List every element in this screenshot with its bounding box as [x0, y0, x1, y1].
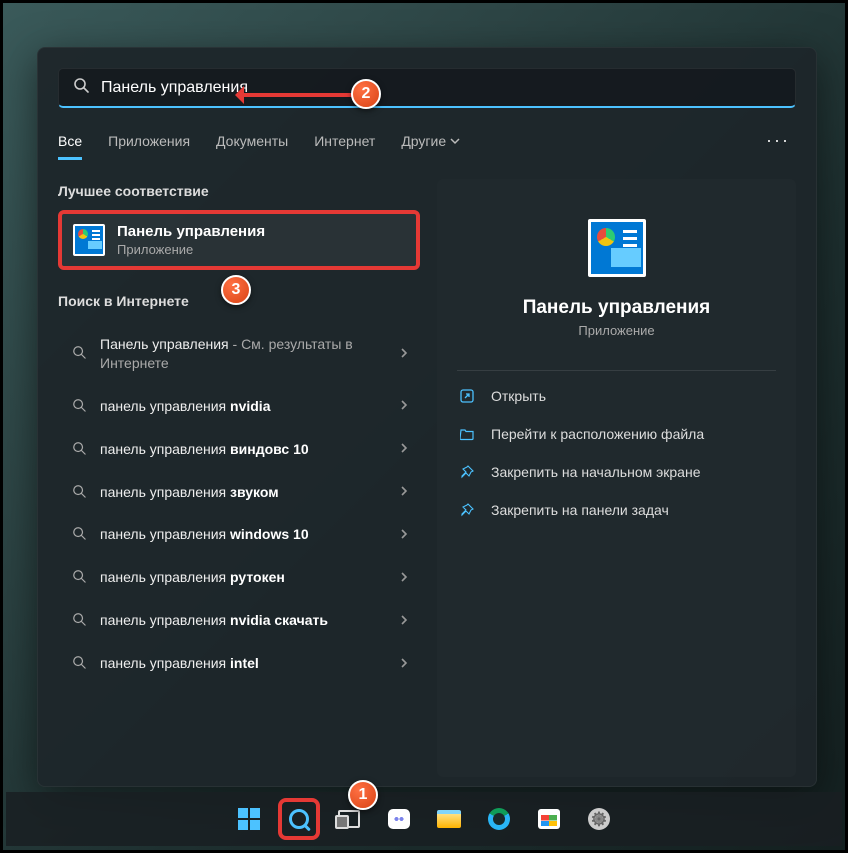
callout-badge-2: 2: [351, 79, 381, 109]
chat-button[interactable]: [378, 798, 420, 840]
action-pin-taskbar[interactable]: Закрепить на панели задач: [437, 491, 796, 529]
chevron-right-icon: [399, 527, 409, 543]
best-match-title: Панель управления: [117, 223, 265, 240]
open-icon: [459, 389, 475, 403]
results-column: Лучшее соответствие Панель управления Пр…: [58, 179, 417, 777]
search-icon: [72, 484, 86, 501]
search-icon: [72, 655, 86, 672]
taskview-icon: [338, 810, 360, 828]
tab-more[interactable]: Другие: [401, 133, 460, 149]
folder-icon: [459, 427, 475, 441]
action-open[interactable]: Открыть: [437, 377, 796, 415]
web-result-text: панель управления виндовс 10: [100, 440, 385, 459]
store-button[interactable]: [528, 798, 570, 840]
preview-subtitle: Приложение: [578, 323, 654, 338]
pin-icon: [459, 503, 475, 517]
search-icon: [72, 526, 86, 543]
chevron-right-icon: [399, 484, 409, 500]
action-pin-start[interactable]: Закрепить на начальном экране: [437, 453, 796, 491]
divider: [457, 370, 776, 371]
explorer-button[interactable]: [428, 798, 470, 840]
web-result-text: панель управления nvidia скачать: [100, 611, 385, 630]
chat-icon: [388, 809, 410, 829]
tabs-row: Все Приложения Документы Интернет Другие…: [58, 130, 796, 151]
tab-documents[interactable]: Документы: [216, 133, 288, 149]
web-result-text: панель управления intel: [100, 654, 385, 673]
action-pin-start-label: Закрепить на начальном экране: [491, 464, 701, 480]
settings-button[interactable]: [578, 798, 620, 840]
action-open-label: Открыть: [491, 388, 546, 404]
action-file-location[interactable]: Перейти к расположению файла: [437, 415, 796, 453]
tab-more-label: Другие: [401, 133, 446, 149]
chevron-down-icon: [450, 136, 460, 146]
action-location-label: Перейти к расположению файла: [491, 426, 704, 442]
web-result-text: панель управления звуком: [100, 483, 385, 502]
chevron-right-icon: [399, 441, 409, 457]
web-result-text: панель управления nvidia: [100, 397, 385, 416]
search-panel: Все Приложения Документы Интернет Другие…: [37, 47, 817, 787]
start-button[interactable]: [228, 798, 270, 840]
chevron-right-icon: [399, 613, 409, 629]
tab-web[interactable]: Интернет: [314, 133, 375, 149]
web-result-row[interactable]: панель управления windows 10: [58, 513, 417, 556]
more-options-button[interactable]: ···: [766, 130, 796, 151]
web-result-row[interactable]: панель управления intel: [58, 642, 417, 685]
chevron-right-icon: [399, 570, 409, 586]
search-icon: [72, 569, 86, 586]
chevron-right-icon: [399, 398, 409, 414]
web-result-row[interactable]: панель управления nvidia скачать: [58, 599, 417, 642]
best-match-result[interactable]: Панель управления Приложение: [58, 213, 417, 267]
web-result-row[interactable]: панель управления звуком: [58, 471, 417, 514]
search-input[interactable]: [101, 79, 781, 97]
web-result-text: панель управления windows 10: [100, 525, 385, 544]
control-panel-icon: [73, 224, 105, 256]
store-icon: [538, 809, 560, 829]
best-match-subtitle: Приложение: [117, 242, 265, 257]
search-icon: [72, 441, 86, 458]
pin-icon: [459, 465, 475, 479]
web-result-row[interactable]: панель управления nvidia: [58, 385, 417, 428]
callout-badge-3: 3: [221, 275, 251, 305]
gear-icon: [588, 808, 610, 830]
search-icon: [72, 612, 86, 629]
preview-control-panel-icon: [588, 219, 646, 277]
chevron-right-icon: [399, 656, 409, 672]
taskbar-search-button[interactable]: [278, 798, 320, 840]
web-result-text: Панель управления - См. результаты в Инт…: [100, 335, 385, 373]
web-results-list: Панель управления - См. результаты в Инт…: [58, 323, 417, 685]
search-box[interactable]: [58, 68, 796, 108]
edge-icon: [488, 808, 510, 830]
search-icon: [72, 398, 86, 415]
best-match-label: Лучшее соответствие: [58, 183, 417, 199]
action-pin-taskbar-label: Закрепить на панели задач: [491, 502, 669, 518]
preview-pane: Панель управления Приложение Открыть Пер…: [437, 179, 796, 777]
tab-all[interactable]: Все: [58, 133, 82, 160]
chevron-right-icon: [399, 346, 409, 362]
edge-button[interactable]: [478, 798, 520, 840]
search-icon: [72, 345, 86, 362]
web-result-row[interactable]: Панель управления - См. результаты в Инт…: [58, 323, 417, 385]
taskbar: [6, 792, 842, 846]
search-icon: [73, 77, 89, 98]
callout-badge-1: 1: [348, 780, 378, 810]
web-result-row[interactable]: панель управления виндовс 10: [58, 428, 417, 471]
tab-apps[interactable]: Приложения: [108, 133, 190, 149]
web-result-text: панель управления рутокен: [100, 568, 385, 587]
preview-title: Панель управления: [523, 297, 711, 319]
search-icon: [289, 809, 309, 829]
folder-icon: [437, 810, 461, 828]
web-result-row[interactable]: панель управления рутокен: [58, 556, 417, 599]
